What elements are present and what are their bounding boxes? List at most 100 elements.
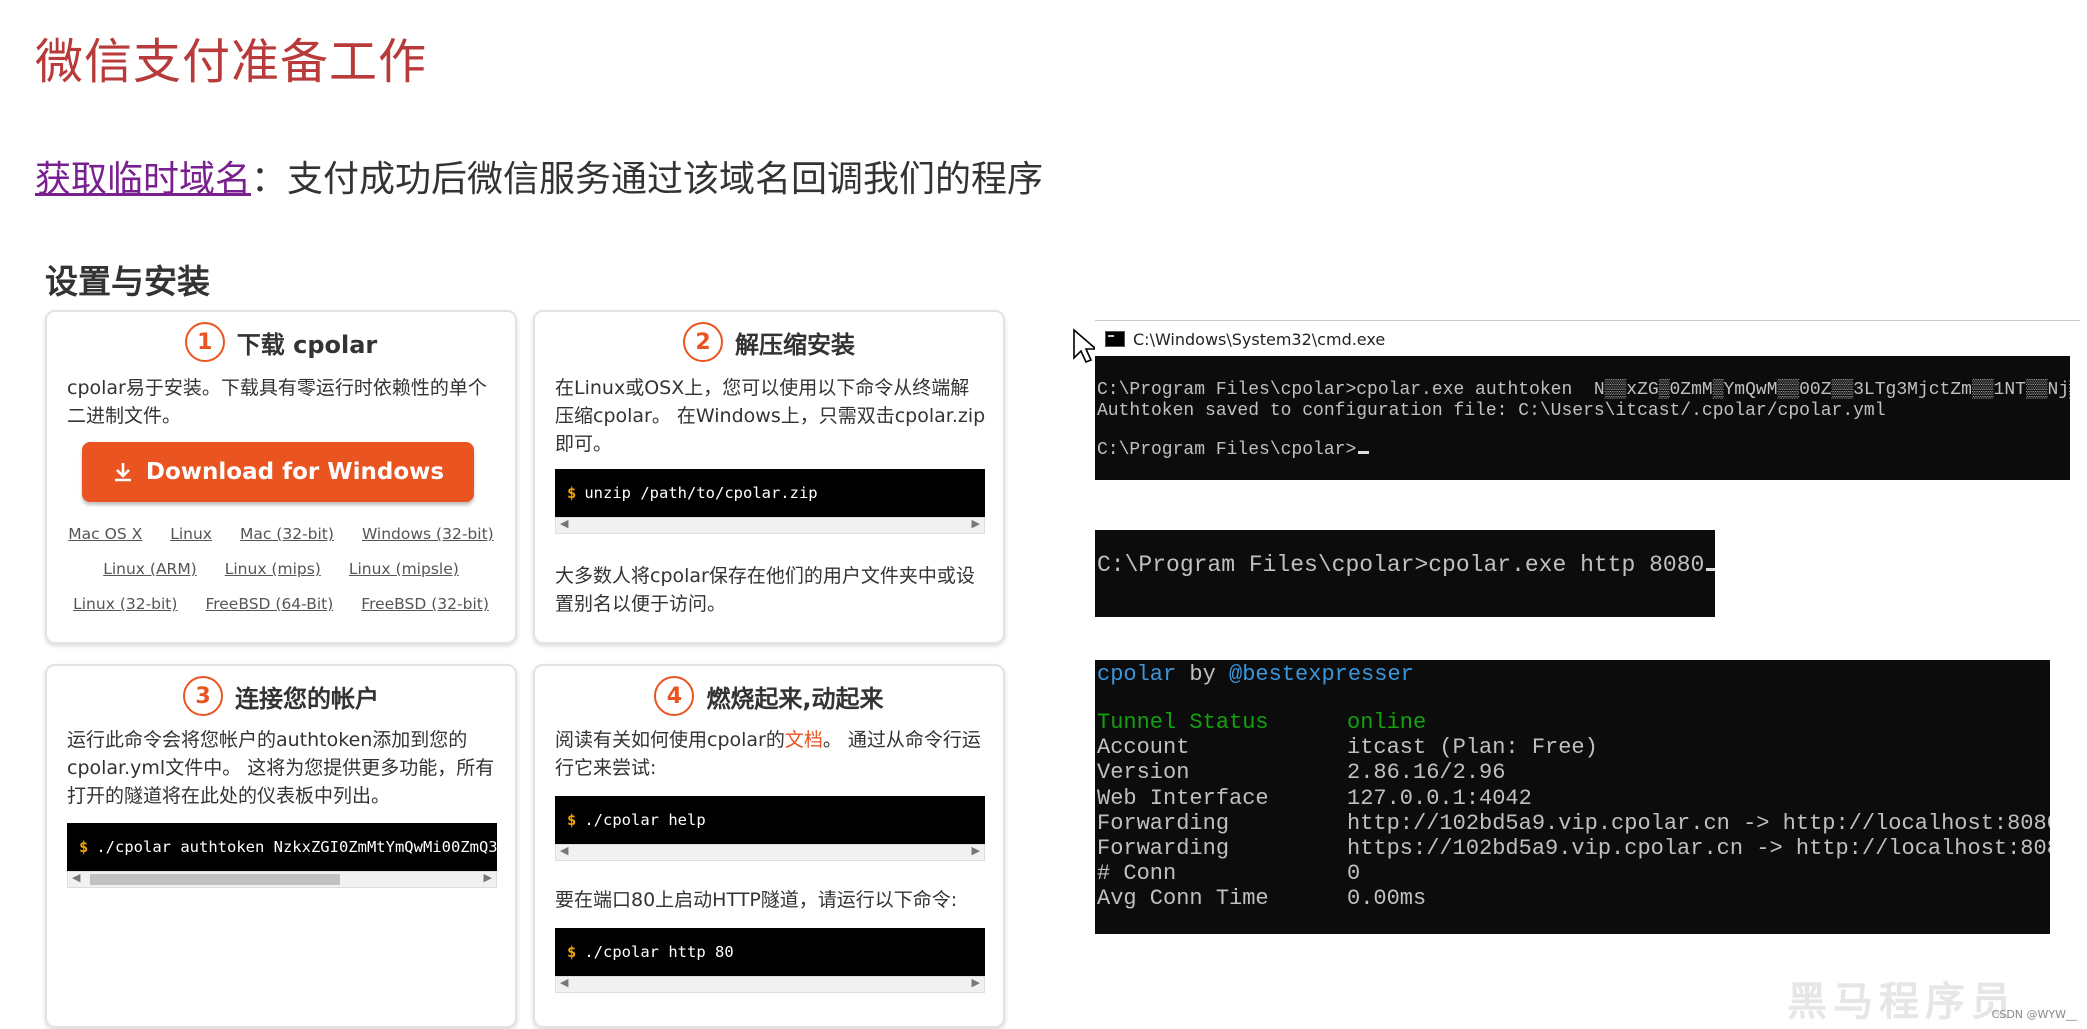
author-text: @bestexpresser	[1229, 662, 1414, 687]
subtitle: 获取临时域名：支付成功后微信服务通过该域名回调我们的程序	[35, 150, 1043, 202]
download-link[interactable]: FreeBSD (64-Bit)	[205, 595, 333, 613]
code-text: ./cpolar help	[584, 811, 706, 829]
terminal-line: C:\Program Files\cpolar>	[1097, 440, 1370, 460]
download-link[interactable]: Linux (mipsle)	[349, 560, 459, 578]
download-windows-button[interactable]: Download for Windows	[82, 442, 474, 502]
prompt-symbol: $	[79, 838, 89, 856]
step-number: 4	[654, 676, 695, 716]
scroll-right-icon[interactable]: ▶	[972, 976, 980, 989]
prompt-symbol: $	[567, 811, 577, 829]
status-value: 0.00ms	[1347, 886, 1427, 912]
download-link[interactable]: Mac OS X	[68, 525, 142, 543]
status-label: Version	[1097, 760, 1190, 786]
download-link[interactable]: Linux	[170, 525, 212, 543]
scroll-right-icon[interactable]: ▶	[972, 517, 980, 530]
scroll-right-icon[interactable]: ▶	[484, 871, 492, 884]
scroll-left-icon[interactable]: ◀	[560, 844, 568, 857]
status-label: Web Interface	[1097, 785, 1269, 811]
docs-link[interactable]: 文档	[785, 729, 823, 751]
download-link[interactable]: Linux (mips)	[225, 560, 321, 578]
cmd-window-titlebar[interactable]: C:\Windows\System32\cmd.exe	[1095, 320, 2080, 357]
scroll-left-icon[interactable]: ◀	[72, 871, 80, 884]
status-value: 0	[1347, 861, 1361, 887]
code-block[interactable]: $ ./cpolar http 80	[555, 928, 985, 976]
download-links-row-1: Mac OS X Linux Mac (32-bit) Windows (32-…	[47, 525, 515, 543]
card-header: 1 下载 cpolar	[47, 322, 515, 362]
status-label: Forwarding	[1097, 836, 1230, 861]
card-download: 1 下载 cpolar cpolar易于安装。下载具有零运行时依赖性的单个二进制…	[45, 310, 517, 644]
horizontal-scrollbar[interactable]: ◀ ▶	[555, 844, 985, 861]
terminal-line: Authtoken saved to configuration file: C…	[1097, 401, 1886, 421]
status-value: itcast (Plan: Free)	[1347, 735, 1598, 761]
by-text: by	[1176, 662, 1230, 687]
status-label: Tunnel Status	[1097, 710, 1269, 735]
download-link[interactable]: Mac (32-bit)	[240, 525, 334, 543]
card-unzip: 2 解压缩安装 在Linux或OSX上，您可以使用以下命令从终端解压缩cpola…	[533, 310, 1005, 644]
slide-title: 微信支付准备工作	[35, 34, 428, 90]
status-value: 2.86.16/2.96	[1347, 760, 1506, 786]
card-description-2: 要在端口80上启动HTTP隧道，请运行以下命令:	[555, 889, 958, 911]
status-label: Account	[1097, 735, 1190, 761]
download-icon	[114, 463, 131, 482]
download-link[interactable]: Linux (32-bit)	[73, 595, 177, 613]
code-text: ./cpolar http 80	[584, 943, 734, 961]
status-value: online	[1347, 710, 1427, 735]
code-block[interactable]: $ unzip /path/to/cpolar.zip	[555, 469, 985, 517]
card-description: cpolar易于安装。下载具有零运行时依赖性的单个二进制文件。	[67, 377, 487, 427]
card-connect-account: 3 连接您的帐户 运行此命令会将您帐户的authtoken添加到您的cpolar…	[45, 664, 517, 1028]
download-button-label: Download for Windows	[145, 459, 445, 485]
code-block[interactable]: $ ./cpolar help	[555, 796, 985, 844]
download-links-row-3: Linux (32-bit) FreeBSD (64-Bit) FreeBSD …	[47, 595, 515, 613]
text-cursor	[1706, 568, 1715, 571]
status-label: Forwarding	[1097, 810, 1230, 836]
desc-text: 阅读有关如何使用cpolar的	[555, 729, 785, 751]
horizontal-scrollbar[interactable]: ◀ ▶	[67, 871, 497, 888]
terminal-command: C:\Program Files\cpolar>cpolar.exe http …	[1097, 552, 1705, 578]
scroll-right-icon[interactable]: ▶	[972, 844, 980, 857]
http-command-terminal[interactable]: C:\Program Files\cpolar>cpolar.exe http …	[1095, 530, 1715, 617]
cmd-terminal[interactable]: C:\Program Files\cpolar>cpolar.exe autht…	[1095, 356, 2070, 480]
card-title: 燃烧起来,动起来	[706, 684, 884, 713]
status-label: Avg Conn Time	[1097, 886, 1269, 912]
section-heading: 设置与安装	[45, 262, 210, 301]
code-text: ./cpolar authtoken NzkxZGI0ZmMtYmQwMi00Z…	[96, 838, 497, 856]
card-description: 阅读有关如何使用cpolar的文档。 通过从命令行运行它来尝试:	[555, 726, 987, 782]
download-link[interactable]: Windows (32-bit)	[362, 525, 494, 543]
terminal-line: C:\Program Files\cpolar>cpolar.exe autht…	[1097, 380, 2070, 400]
scrollbar-thumb[interactable]	[90, 874, 340, 885]
status-value: http://102bd5a9.vip.cpolar.cn -> http://…	[1347, 810, 2050, 836]
brand-text: cpolar	[1097, 662, 1177, 687]
status-header: cpolar by @bestexpresser	[1097, 662, 1414, 687]
step-number: 2	[683, 322, 723, 362]
horizontal-scrollbar[interactable]: ◀ ▶	[555, 976, 985, 993]
card-header: 4 燃烧起来,动起来	[535, 676, 1003, 716]
download-link[interactable]: Linux (ARM)	[103, 560, 197, 578]
subtitle-text: ：支付成功后微信服务通过该域名回调我们的程序	[251, 159, 1044, 200]
temp-domain-link[interactable]: 获取临时域名	[35, 159, 251, 200]
code-text: unzip /path/to/cpolar.zip	[584, 484, 818, 502]
card-title: 连接您的帐户	[235, 684, 379, 713]
download-links-row-2: Linux (ARM) Linux (mips) Linux (mipsle)	[47, 560, 515, 578]
prompt-symbol: $	[567, 943, 577, 961]
status-value: https://102bd5a9.vip.cpolar.cn -> http:/…	[1347, 836, 2050, 861]
card-description: 在Linux或OSX上，您可以使用以下命令从终端解压缩cpolar。 在Wind…	[555, 377, 986, 455]
card-title: 下载 cpolar	[236, 330, 378, 359]
prompt-symbol: $	[567, 484, 577, 502]
cpolar-status-terminal[interactable]: cpolar by @bestexpresser Tunnel Status on…	[1095, 660, 2050, 934]
card-description-2: 大多数人将cpolar保存在他们的用户文件夹中或设置别名以便于访问。	[555, 565, 975, 615]
text-cursor	[1358, 451, 1370, 454]
card-header: 3 连接您的帐户	[47, 676, 515, 716]
status-value: 127.0.0.1:4042	[1347, 785, 1532, 811]
scroll-left-icon[interactable]: ◀	[560, 517, 568, 530]
card-description: 运行此命令会将您帐户的authtoken添加到您的cpolar.yml文件中。 …	[67, 729, 495, 807]
card-header: 2 解压缩安装	[535, 322, 1003, 362]
terminal-line: C:\Program Files\cpolar>cpolar.exe http …	[1097, 552, 1715, 578]
horizontal-scrollbar[interactable]: ◀ ▶	[555, 517, 985, 534]
status-label: # Conn	[1097, 861, 1177, 887]
code-block[interactable]: $ ./cpolar authtoken NzkxZGI0ZmMtYmQwMi00…	[67, 823, 497, 871]
step-number: 1	[184, 322, 225, 362]
scroll-left-icon[interactable]: ◀	[560, 976, 568, 989]
logo-decoration: 黑马程序员	[1787, 979, 2017, 1025]
cmd-window-title: C:\Windows\System32\cmd.exe	[1133, 329, 1386, 349]
download-link[interactable]: FreeBSD (32-bit)	[361, 595, 489, 613]
